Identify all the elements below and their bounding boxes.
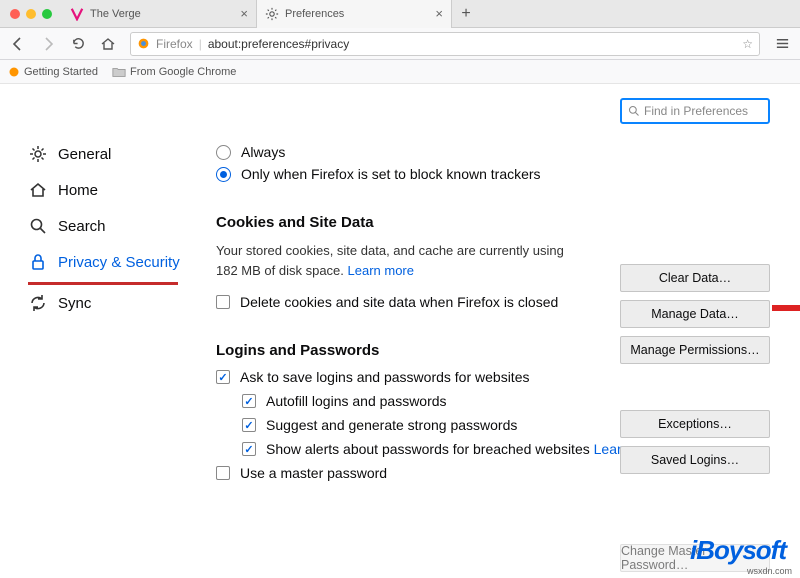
url-text: about:preferences#privacy [208,37,349,51]
preferences-sidebar: General Home Search Privacy & Security S… [0,84,200,578]
bookmark-folder[interactable]: From Google Chrome [112,66,236,78]
bookmark-star-icon[interactable]: ☆ [742,37,753,51]
learn-more-link[interactable]: Learn more [348,263,414,278]
tab-title: The Verge [90,8,234,20]
reload-button[interactable] [64,30,92,58]
firefox-icon [8,66,20,78]
sidebar-item-label: Sync [58,295,91,312]
section-cookies-heading: Cookies and Site Data [216,214,776,231]
logins-button-group: Exceptions… Saved Logins… [620,410,770,474]
exceptions-button[interactable]: Exceptions… [620,410,770,438]
radio-icon [216,145,231,160]
radio-always[interactable]: Always [216,144,776,160]
back-button[interactable] [4,30,32,58]
folder-icon [112,66,126,78]
home-icon [28,180,48,200]
checkbox-icon [216,295,230,309]
new-tab-button[interactable]: + [452,5,480,23]
firefox-icon [137,37,150,50]
sidebar-item-label: Search [58,218,106,235]
checkbox-icon [216,466,230,480]
sidebar-item-sync[interactable]: Sync [28,285,200,321]
checkbox-autofill[interactable]: Autofill logins and passwords [242,393,776,409]
sync-icon [28,293,48,313]
gear-icon [265,7,279,21]
sidebar-item-label: Privacy & Security [58,254,180,271]
sidebar-item-general[interactable]: General [28,136,200,172]
checkbox-icon [216,370,230,384]
checkbox-label: Delete cookies and site data when Firefo… [240,294,558,310]
checkbox-label: Ask to save logins and passwords for web… [240,369,529,385]
close-icon[interactable]: × [240,6,248,21]
sidebar-item-home[interactable]: Home [28,172,200,208]
clear-data-button[interactable]: Clear Data… [620,264,770,292]
cookies-button-group: Clear Data… Manage Data… Manage Permissi… [620,264,770,364]
checkbox-icon [242,418,256,432]
url-bar[interactable]: Firefox | about:preferences#privacy ☆ [130,32,760,56]
sidebar-item-privacy[interactable]: Privacy & Security [28,244,200,280]
checkbox-ask-save[interactable]: Ask to save logins and passwords for web… [216,369,776,385]
radio-icon [216,167,231,182]
home-button[interactable] [94,30,122,58]
nav-toolbar: Firefox | about:preferences#privacy ☆ [0,28,800,60]
search-input[interactable]: Find in Preferences [620,98,770,124]
checkbox-icon [242,394,256,408]
url-prefix: Firefox [156,37,193,51]
watermark-logo: iBoysoft [690,535,786,566]
lock-icon [28,252,48,272]
watermark-text: wsxdn.com [747,566,792,576]
tab-the-verge[interactable]: The Verge × [62,0,257,28]
bookmark-item[interactable]: Getting Started [8,66,98,78]
bookmark-label: From Google Chrome [130,66,236,78]
tab-bar: The Verge × Preferences × + [0,0,800,28]
saved-logins-button[interactable]: Saved Logins… [620,446,770,474]
close-icon[interactable]: × [435,6,443,21]
checkbox-label: Suggest and generate strong passwords [266,417,517,433]
close-window[interactable] [10,9,20,19]
bookmark-label: Getting Started [24,66,98,78]
verge-icon [70,7,84,21]
search-placeholder: Find in Preferences [644,104,748,118]
search-icon [28,216,48,236]
window-controls[interactable] [0,9,62,19]
minimize-window[interactable] [26,9,36,19]
gear-icon [28,144,48,164]
radio-only-trackers[interactable]: Only when Firefox is set to block known … [216,166,776,182]
checkbox-icon [242,442,256,456]
radio-label: Only when Firefox is set to block known … [241,166,541,182]
annotation-arrow [772,300,800,316]
sidebar-item-search[interactable]: Search [28,208,200,244]
radio-label: Always [241,144,285,160]
checkbox-label: Show alerts about passwords for breached… [266,441,665,457]
search-icon [628,105,640,117]
maximize-window[interactable] [42,9,52,19]
sidebar-item-label: Home [58,182,98,199]
checkbox-label: Use a master password [240,465,387,481]
preferences-main: Find in Preferences Always Only when Fir… [200,84,800,578]
menu-button[interactable] [768,30,796,58]
manage-data-button[interactable]: Manage Data… [620,300,770,328]
cookies-description: Your stored cookies, site data, and cach… [216,241,586,280]
tab-preferences[interactable]: Preferences × [257,0,452,28]
sidebar-item-label: General [58,146,111,163]
manage-permissions-button[interactable]: Manage Permissions… [620,336,770,364]
forward-button[interactable] [34,30,62,58]
tab-title: Preferences [285,8,429,20]
checkbox-label: Autofill logins and passwords [266,393,447,409]
bookmarks-bar: Getting Started From Google Chrome [0,60,800,84]
